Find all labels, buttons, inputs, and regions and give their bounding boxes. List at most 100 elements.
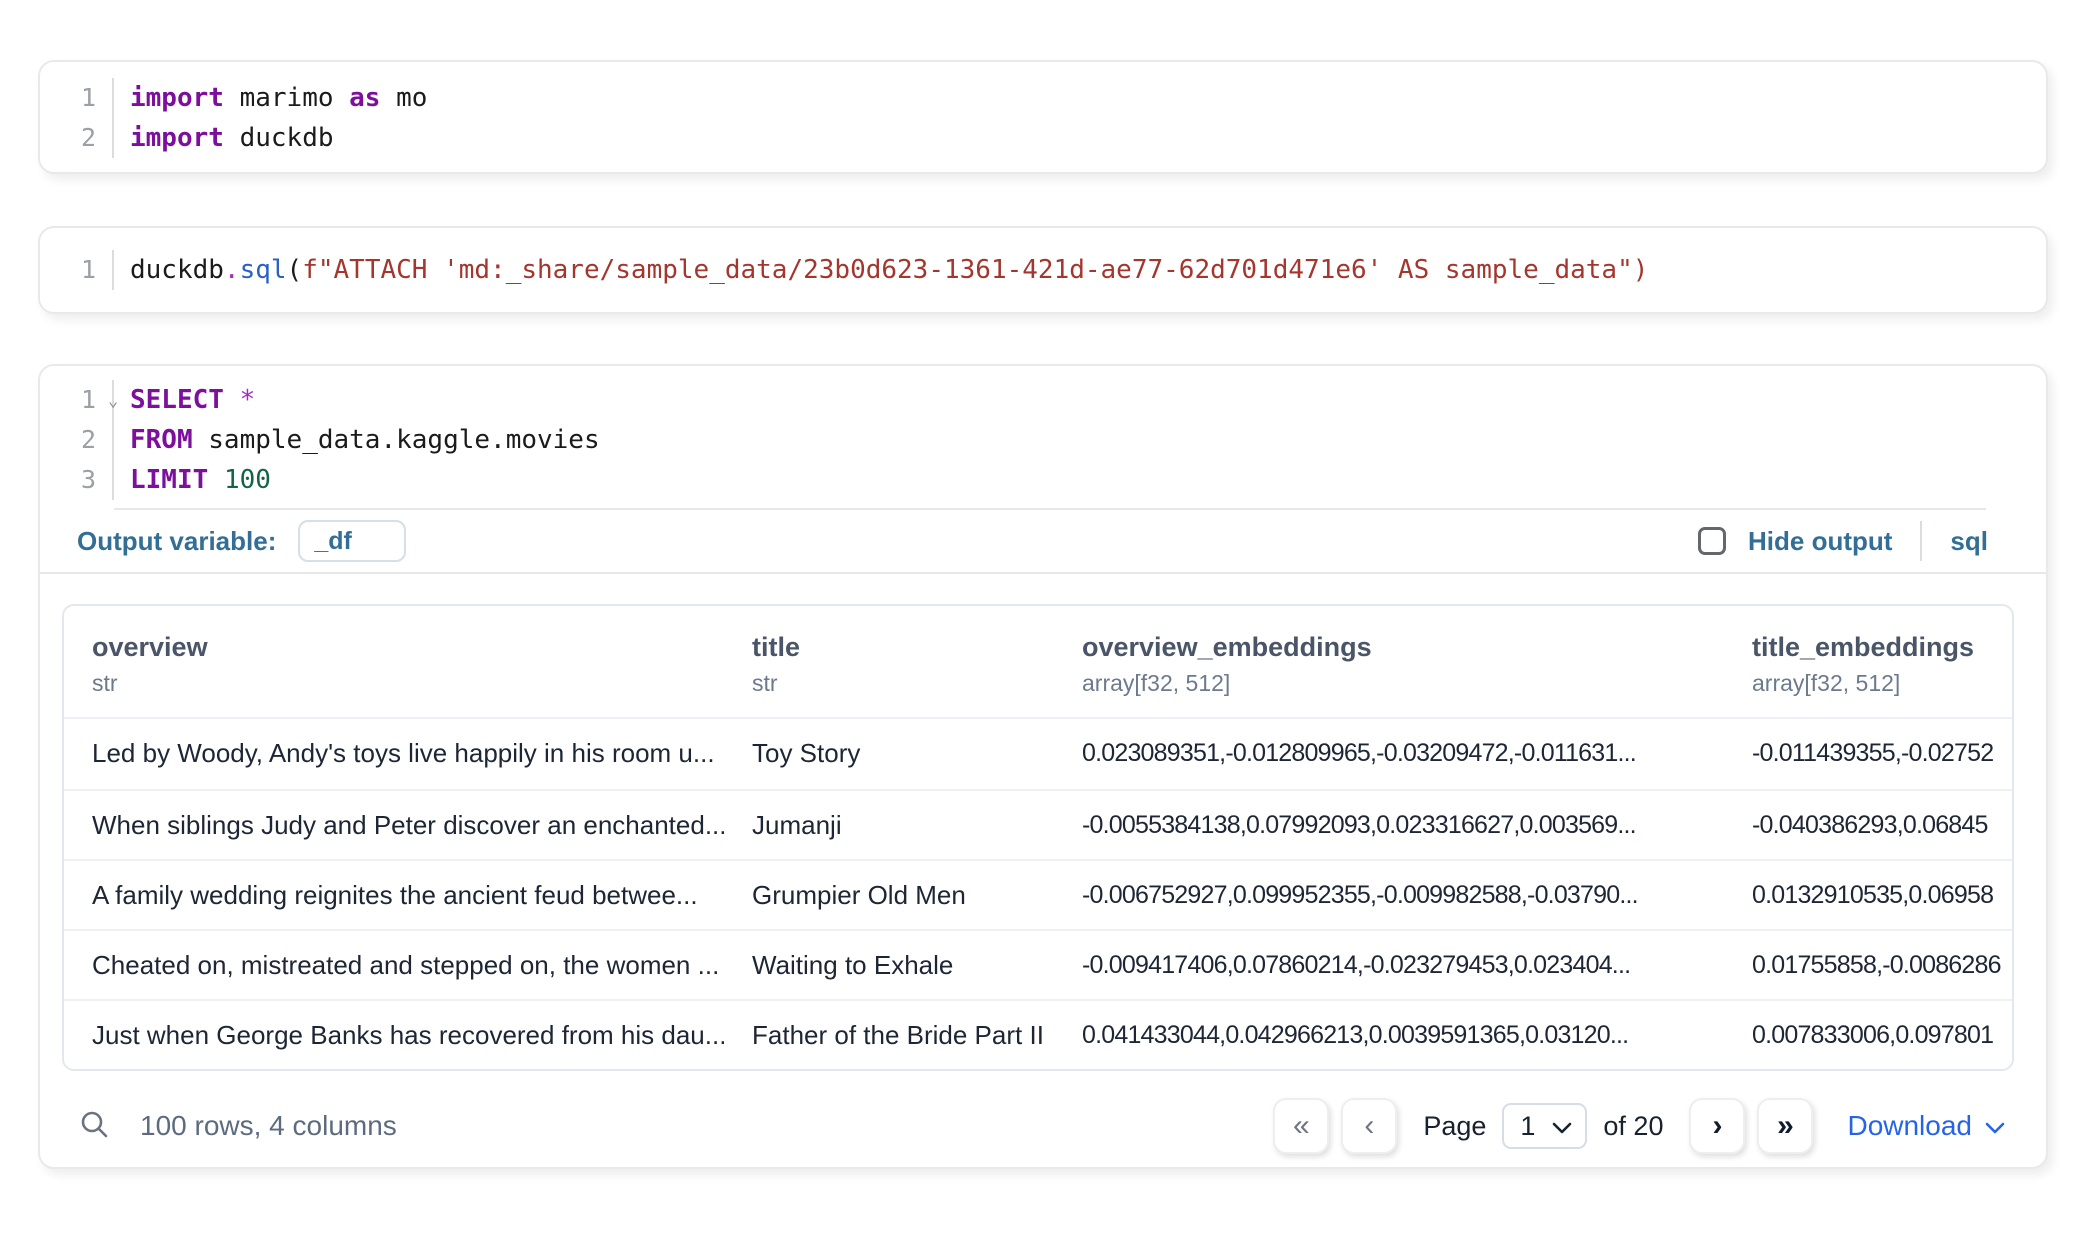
page-number-value: 1 (1520, 1111, 1535, 1142)
table-row[interactable]: A family wedding reignites the ancient f… (64, 859, 2012, 929)
code-editor[interactable]: 1 duckdb.sql(f"ATTACH 'md:_share/sample_… (40, 228, 2046, 312)
table-cell: Jumanji (724, 791, 1054, 859)
fold-chevron-icon[interactable]: ⌄ (108, 381, 118, 421)
table-cell: -0.0055384138,0.07992093,0.023316627,0.0… (1054, 791, 1724, 859)
column-type: str (752, 670, 1054, 697)
column-type: array[f32, 512] (1752, 670, 2012, 697)
column-header-overview_embeddings[interactable]: overview_embeddings array[f32, 512] (1054, 606, 1724, 717)
code-token: SELECT (130, 385, 224, 415)
table-cell: 0.01755858,-0.0086286 (1724, 931, 2012, 999)
table-cell: Led by Woody, Andy's toys live happily i… (64, 719, 724, 789)
code-token (224, 385, 240, 415)
next-page-button[interactable]: › (1689, 1098, 1745, 1154)
table-cell: When siblings Judy and Peter discover an… (64, 791, 724, 859)
table-row[interactable]: When siblings Judy and Peter discover an… (64, 789, 2012, 859)
column-header-title_embeddings[interactable]: title_embeddings array[f32, 512] (1724, 606, 2012, 717)
column-type: array[f32, 512] (1082, 670, 1724, 697)
table-cell: Toy Story (724, 719, 1054, 789)
code-line[interactable]: import marimo as mo (130, 78, 2046, 118)
last-page-button[interactable]: » (1757, 1098, 1813, 1154)
code-token: LIMIT (130, 465, 208, 495)
hide-output-checkbox[interactable] (1698, 527, 1726, 555)
first-page-button[interactable]: « (1273, 1098, 1329, 1154)
code-token: import (130, 123, 224, 153)
row-count-summary: 100 rows, 4 columns (140, 1110, 397, 1142)
notebook-cell-attach: 1 duckdb.sql(f"ATTACH 'md:_share/sample_… (38, 226, 2048, 314)
line-number: 1⌄ (40, 380, 112, 420)
code-editor[interactable]: 1⌄23 SELECT *FROM sample_data.kaggle.mov… (40, 366, 2046, 508)
table-cell: 0.007833006,0.097801 (1724, 1001, 2012, 1069)
code-token: import (130, 83, 224, 113)
column-name: overview (92, 632, 724, 663)
column-name: title (752, 632, 1054, 663)
code-token: sql (240, 255, 287, 285)
page-number-select[interactable]: 1 (1502, 1103, 1587, 1149)
code-editor[interactable]: 12 import marimo as moimport duckdb (40, 62, 2046, 172)
code-token: f"ATTACH 'md:_share/sample_data/23b0d623… (302, 255, 1648, 285)
code-area[interactable]: import marimo as moimport duckdb (114, 78, 2046, 158)
table-footer: 100 rows, 4 columns « ‹ Page 1 of 20 › »… (62, 1071, 2014, 1167)
output-variable-label: Output variable: (77, 526, 276, 557)
cell-output-area: overview str title str overview_embeddingsar… (40, 574, 2046, 1167)
chevron-down-icon (1551, 1111, 1573, 1142)
code-token: sample_data.kaggle.movies (193, 425, 600, 455)
code-token: duckdb (224, 123, 334, 153)
table-cell: 0.041433044,0.042966213,0.0039591365,0.0… (1054, 1001, 1724, 1069)
code-token (208, 465, 224, 495)
column-name: overview_embeddings (1082, 632, 1724, 663)
table-cell: A family wedding reignites the ancient f… (64, 861, 724, 929)
notebook-cell-imports: 12 import marimo as moimport duckdb (38, 60, 2048, 174)
table-cell: 0.023089351,-0.012809965,-0.03209472,-0.… (1054, 719, 1724, 789)
pagination: « ‹ Page 1 of 20 › » Download (1273, 1098, 2014, 1154)
table-cell: Just when George Banks has recovered fro… (64, 1001, 724, 1069)
code-token: duckdb (130, 255, 224, 285)
table-cell: 0.0132910535,0.06958 (1724, 861, 2012, 929)
code-area[interactable]: SELECT *FROM sample_data.kaggle.moviesLI… (114, 380, 2046, 500)
code-line[interactable]: FROM sample_data.kaggle.movies (130, 420, 2046, 460)
code-token: 100 (224, 465, 271, 495)
output-variable-input[interactable] (298, 520, 406, 562)
line-number: 3 (40, 460, 112, 500)
table-cell: Cheated on, mistreated and stepped on, t… (64, 931, 724, 999)
line-number: 1 (40, 250, 112, 290)
hide-output-label[interactable]: Hide output (1748, 526, 1892, 557)
search-icon[interactable] (78, 1108, 110, 1145)
table-cell: Father of the Bride Part II (724, 1001, 1054, 1069)
table-cell: -0.006752927,0.099952355,-0.009982588,-0… (1054, 861, 1724, 929)
line-number: 2 (40, 420, 112, 460)
table-cell: -0.009417406,0.07860214,-0.023279453,0.0… (1054, 931, 1724, 999)
code-token: FROM (130, 425, 193, 455)
code-line[interactable]: import duckdb (130, 118, 2046, 158)
table-row[interactable]: Just when George Banks has recovered fro… (64, 999, 2012, 1069)
table-header-row: overview str title str overview_embeddingsar… (64, 606, 2012, 719)
code-token: * (240, 385, 256, 415)
chevron-down-icon (1984, 1110, 2006, 1142)
code-token: marimo (224, 83, 349, 113)
table-cell: -0.040386293,0.06845 (1724, 791, 2012, 859)
code-line[interactable]: duckdb.sql(f"ATTACH 'md:_share/sample_da… (130, 250, 2046, 290)
notebook-cell-sql: 1⌄23 SELECT *FROM sample_data.kaggle.mov… (38, 364, 2048, 1169)
column-header-overview[interactable]: overview str (64, 606, 724, 717)
line-number: 2 (40, 118, 112, 158)
page-label: Page (1423, 1111, 1486, 1142)
code-area[interactable]: duckdb.sql(f"ATTACH 'md:_share/sample_da… (114, 250, 2046, 290)
column-type: str (92, 670, 724, 697)
code-token: . (224, 255, 240, 285)
table-cell: Grumpier Old Men (724, 861, 1054, 929)
code-line[interactable]: SELECT * (130, 380, 2046, 420)
table-cell: Waiting to Exhale (724, 931, 1054, 999)
table-cell: -0.011439355,-0.02752 (1724, 719, 2012, 789)
toolbar-divider (1920, 521, 1922, 561)
line-number: 1 (40, 78, 112, 118)
code-token: ( (287, 255, 303, 285)
previous-page-button[interactable]: ‹ (1341, 1098, 1397, 1154)
dataframe-table: overview str title str overview_embeddingsar… (62, 604, 2014, 1071)
code-line[interactable]: LIMIT 100 (130, 460, 2046, 500)
cell-language-badge[interactable]: sql (1950, 526, 1988, 557)
table-row[interactable]: Led by Woody, Andy's toys live happily i… (64, 719, 2012, 789)
download-button[interactable]: Download (1847, 1110, 2006, 1142)
line-number-gutter: 1 (40, 250, 114, 290)
column-header-title[interactable]: title str (724, 606, 1054, 717)
table-row[interactable]: Cheated on, mistreated and stepped on, t… (64, 929, 2012, 999)
column-name: title_embeddings (1752, 632, 2012, 663)
